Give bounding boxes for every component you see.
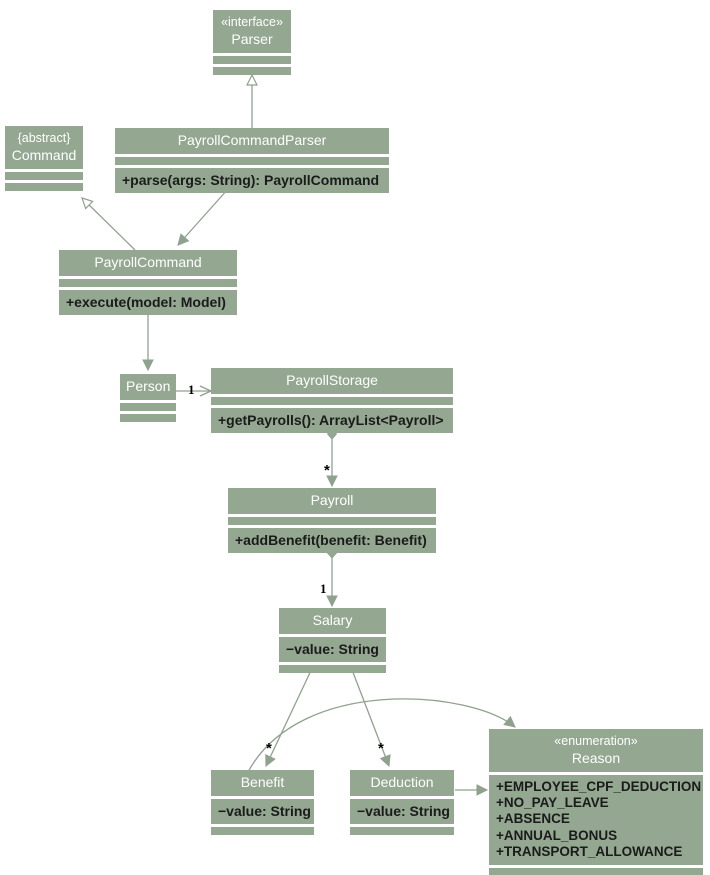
attributes-compartment-parser: [213, 56, 291, 64]
attributes-compartment-payroll: [228, 517, 436, 525]
class-box-person[interactable]: Person: [120, 374, 176, 422]
operations-compartment-person: [120, 414, 176, 422]
class-title-salary: Salary: [312, 612, 353, 628]
class-title-parser: «interface» Parser: [221, 15, 283, 47]
operations-compartment-payroll-storage: +getPayrolls(): ArrayList<Payroll>: [218, 412, 444, 428]
multiplicity-salary-to-benefit: *: [266, 740, 272, 757]
edge-parser-to-command: [177, 188, 229, 246]
class-diagram-canvas: «interface» Parser {abstract} Command Payr…: [0, 0, 710, 875]
operations-compartment-reason: [489, 868, 703, 875]
attributes-compartment-benefit: −value: String: [218, 803, 311, 819]
edge-command-realization: [81, 197, 136, 251]
enum-value: +TRANSPORT_ALLOWANCE: [496, 843, 683, 859]
multiplicity-person-to-storage: 1: [188, 382, 195, 397]
class-box-reason[interactable]: «enumeration» Reason +EMPLOYEE_CPF_DEDUCT…: [489, 729, 703, 875]
operations-compartment-payroll-command: +execute(model: Model): [66, 294, 226, 310]
class-title-command: {abstract} Command: [11, 131, 77, 163]
operations-compartment-command: [5, 183, 83, 191]
multiplicity-payroll-to-salary: 1: [320, 581, 327, 596]
operations-compartment-parser: [213, 67, 291, 75]
class-title-payroll: Payroll: [310, 492, 354, 508]
attributes-compartment-salary: −value: String: [286, 641, 379, 657]
class-box-deduction[interactable]: Deduction −value: String: [350, 770, 454, 835]
attributes-compartment-deduction: −value: String: [357, 803, 450, 819]
attributes-compartment-command: [5, 172, 83, 180]
class-title-deduction: Deduction: [370, 774, 434, 790]
class-title-benefit: Benefit: [240, 774, 285, 790]
multiplicity-storage-to-payroll: *: [324, 462, 330, 479]
attributes-compartment-person: [120, 403, 176, 411]
class-box-payroll-command-parser[interactable]: PayrollCommandParser +parse(args: String…: [115, 128, 389, 193]
enum-value: +ABSENCE: [496, 811, 570, 827]
enum-value: +ANNUAL_BONUS: [496, 827, 618, 843]
edge-salary-to-benefit: [265, 661, 318, 768]
operations-compartment-salary: [279, 665, 386, 673]
operations-compartment-payroll-command-parser: +parse(args: String): PayrollCommand: [122, 172, 380, 188]
enum-values-compartment-reason: +EMPLOYEE_CPF_DEDUCTION +NO_PAY_LEAVE +ABS…: [489, 775, 703, 865]
class-box-parser[interactable]: «interface» Parser: [213, 10, 291, 75]
class-title-payroll-command: PayrollCommand: [94, 254, 202, 270]
class-title-payroll-storage: PayrollStorage: [286, 372, 378, 388]
operations-compartment-payroll: +addBenefit(benefit: Benefit): [235, 532, 427, 548]
class-title-person: Person: [126, 378, 171, 394]
enum-value: +EMPLOYEE_CPF_DEDUCTION: [496, 779, 702, 794]
class-box-payroll-command[interactable]: PayrollCommand +execute(model: Model): [59, 250, 237, 315]
attributes-compartment-payroll-command: [59, 279, 237, 287]
class-box-payroll-storage[interactable]: PayrollStorage +getPayrolls(): ArrayList…: [211, 368, 453, 433]
class-box-command[interactable]: {abstract} Command: [5, 126, 83, 191]
class-title-payroll-command-parser: PayrollCommandParser: [177, 132, 327, 148]
enum-value: +NO_PAY_LEAVE: [496, 795, 609, 811]
attributes-compartment-payroll-command-parser: [115, 157, 389, 165]
multiplicity-salary-to-deduction: *: [378, 740, 384, 757]
class-box-payroll[interactable]: Payroll +addBenefit(benefit: Benefit): [228, 488, 436, 553]
class-box-salary[interactable]: Salary −value: String: [279, 608, 386, 673]
operations-compartment-benefit: [211, 827, 314, 835]
operations-compartment-deduction: [350, 827, 454, 835]
class-title-reason: «enumeration» Reason: [554, 734, 638, 766]
edge-benefit-to-reason: [247, 698, 516, 773]
class-box-benefit[interactable]: Benefit −value: String: [211, 770, 314, 835]
attributes-compartment-payroll-storage: [211, 397, 453, 405]
